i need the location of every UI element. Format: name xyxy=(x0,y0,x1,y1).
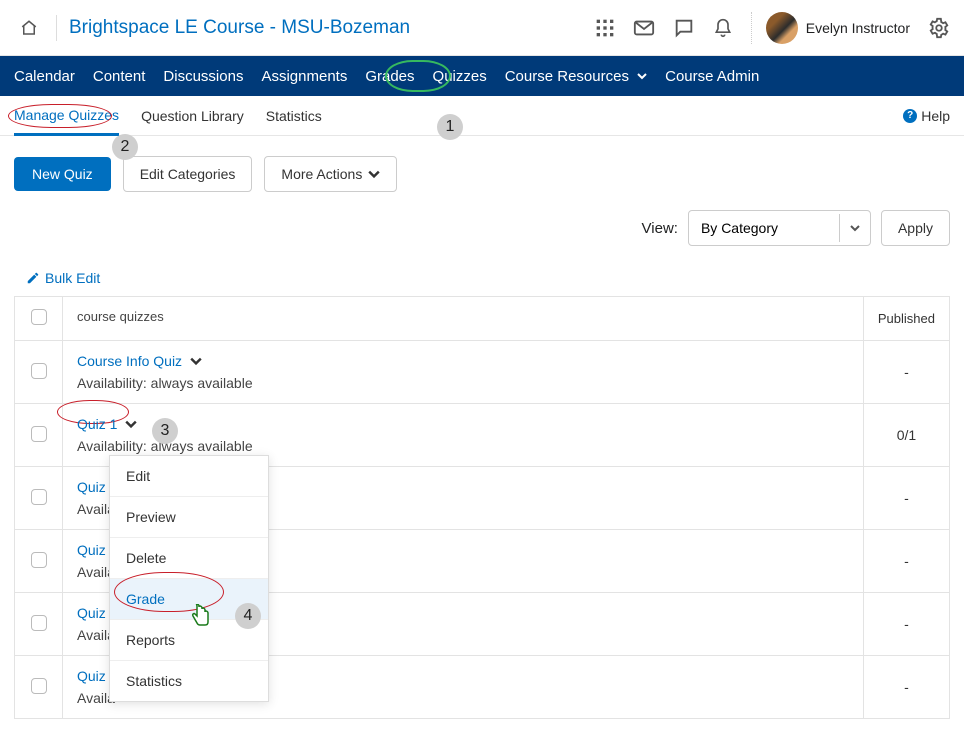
pencil-icon xyxy=(26,271,40,285)
nav-quizzes[interactable]: Quizzes xyxy=(433,68,487,85)
published-cell: 0/1 xyxy=(863,404,949,467)
home-icon[interactable] xyxy=(14,13,44,43)
chevron-down-icon[interactable] xyxy=(125,418,137,430)
nav-course-admin[interactable]: Course Admin xyxy=(665,68,759,85)
row-checkbox[interactable] xyxy=(31,426,47,442)
published-cell: - xyxy=(863,467,949,530)
bell-icon[interactable] xyxy=(713,18,733,38)
row-checkbox[interactable] xyxy=(31,363,47,379)
table-row: Course Info Quiz Availability: always ava… xyxy=(15,341,950,404)
tab-statistics[interactable]: Statistics xyxy=(266,108,322,124)
published-header: Published xyxy=(863,297,949,341)
top-icons: Evelyn Instructor xyxy=(595,12,950,44)
menu-item-reports[interactable]: Reports xyxy=(110,619,268,660)
menu-item-statistics[interactable]: Statistics xyxy=(110,660,268,701)
row-checkbox[interactable] xyxy=(31,552,47,568)
chat-icon[interactable] xyxy=(673,17,695,39)
nav-content[interactable]: Content xyxy=(93,68,146,85)
bulk-edit-row: Bulk Edit xyxy=(0,264,964,296)
view-row: View: Apply xyxy=(0,202,964,264)
divider xyxy=(56,15,57,41)
tab-manage-quizzes[interactable]: Manage Quizzes xyxy=(14,107,119,136)
row-checkbox-cell xyxy=(15,656,63,719)
row-checkbox[interactable] xyxy=(31,615,47,631)
more-actions-button[interactable]: More Actions xyxy=(264,156,397,192)
nav-grades[interactable]: Grades xyxy=(365,68,414,85)
view-label: View: xyxy=(642,220,678,237)
quiz-subnav: Manage Quizzes Question Library Statisti… xyxy=(0,96,964,136)
menu-item-edit[interactable]: Edit xyxy=(110,456,268,496)
user-name: Evelyn Instructor xyxy=(806,20,910,36)
bulk-edit-link[interactable]: Bulk Edit xyxy=(26,270,938,286)
top-bar: Brightspace LE Course - MSU-Bozeman Evel… xyxy=(0,0,964,56)
help-icon: ? xyxy=(903,109,917,123)
published-cell: - xyxy=(863,341,949,404)
chevron-down-icon xyxy=(368,168,380,180)
avatar xyxy=(766,12,798,44)
view-select[interactable] xyxy=(688,210,871,246)
chevron-down-icon xyxy=(839,214,870,242)
availability-text: Availability: always available xyxy=(77,438,849,454)
new-quiz-button[interactable]: New Quiz xyxy=(14,157,111,191)
menu-item-preview[interactable]: Preview xyxy=(110,496,268,537)
nav-course-resources[interactable]: Course Resources xyxy=(505,68,647,85)
row-checkbox[interactable] xyxy=(31,678,47,694)
published-cell: - xyxy=(863,656,949,719)
nav-assignments[interactable]: Assignments xyxy=(261,68,347,85)
row-checkbox-cell xyxy=(15,467,63,530)
row-checkbox-cell xyxy=(15,404,63,467)
menu-item-delete[interactable]: Delete xyxy=(110,537,268,578)
help-link[interactable]: ? Help xyxy=(903,108,950,124)
apps-grid-icon[interactable] xyxy=(595,18,615,38)
quiz-toolbar: New Quiz Edit Categories More Actions xyxy=(0,136,964,202)
edit-categories-button[interactable]: Edit Categories xyxy=(123,156,253,192)
menu-item-grade[interactable]: Grade xyxy=(110,578,268,619)
nav-discussions[interactable]: Discussions xyxy=(163,68,243,85)
row-checkbox-cell xyxy=(15,593,63,656)
user-menu[interactable]: Evelyn Instructor xyxy=(751,12,910,44)
availability-text: Availability: always available xyxy=(77,375,849,391)
row-checkbox[interactable] xyxy=(31,489,47,505)
row-checkbox-cell xyxy=(15,341,63,404)
nav-calendar[interactable]: Calendar xyxy=(14,68,75,85)
select-all-cell xyxy=(15,297,63,341)
quiz-cell: Course Info Quiz Availability: always ava… xyxy=(63,341,864,404)
quiz-name-link[interactable]: Course Info Quiz xyxy=(77,353,202,369)
select-all-checkbox[interactable] xyxy=(31,309,47,325)
mail-icon[interactable] xyxy=(633,17,655,39)
quiz-context-menu: EditPreviewDeleteGradeReportsStatistics xyxy=(109,455,269,702)
course-navbar: Calendar Content Discussions Assignments… xyxy=(0,56,964,96)
course-title-link[interactable]: Brightspace LE Course - MSU-Bozeman xyxy=(69,17,410,39)
quiz-name-link[interactable]: Quiz 1 xyxy=(77,416,137,432)
gear-icon[interactable] xyxy=(928,17,950,39)
apply-button[interactable]: Apply xyxy=(881,210,950,246)
section-header: course quizzes xyxy=(63,297,864,341)
view-select-value[interactable] xyxy=(689,211,839,245)
published-cell: - xyxy=(863,593,949,656)
chevron-down-icon[interactable] xyxy=(190,355,202,367)
row-checkbox-cell xyxy=(15,530,63,593)
tab-question-library[interactable]: Question Library xyxy=(141,108,244,124)
chevron-down-icon xyxy=(637,71,647,81)
published-cell: - xyxy=(863,530,949,593)
